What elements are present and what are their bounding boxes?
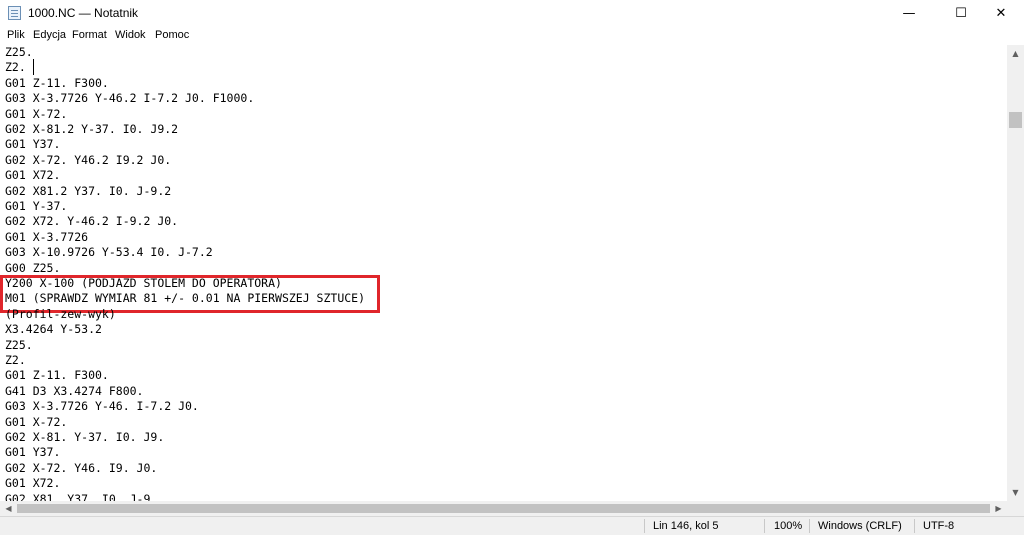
code-line: G01 Z-11. F300. (5, 75, 109, 90)
status-separator (764, 519, 765, 533)
code-line: G02 X-81.2 Y-37. I0. J9.2 (5, 122, 179, 136)
code-line: G01 Z-11. F300. (5, 368, 109, 383)
code-line: G01 X-72. (5, 414, 68, 429)
encoding: UTF-8 (923, 520, 955, 532)
code-line: G41 D3 X3.4274 F800. (5, 383, 144, 398)
vertical-scroll-thumb[interactable] (1009, 112, 1022, 128)
code-line: G01 X72. (5, 476, 61, 491)
code-line: G02 X-72. Y46.2 I9.2 J0. (5, 152, 172, 167)
minimize-button[interactable]: — (886, 0, 932, 27)
text-editor[interactable]: Z25. Z2. G01 Z-11. F300. G03 X-3.7726 Y-46.… (0, 45, 1007, 501)
status-separator (809, 519, 810, 533)
code-line: G03 X-3.7726 Y-46. I-7.2 J0. (5, 399, 199, 414)
code-line: G01 Y-37. (5, 199, 68, 213)
horizontal-scroll-thumb[interactable] (17, 504, 990, 513)
status-separator (914, 519, 915, 533)
status-bar: Lin 146, kol 5 100% Windows (CRLF) UTF-8 (0, 516, 1024, 535)
code-line: G03 X-10.9726 Y-53.4 I0. J-7.2 (5, 245, 213, 260)
menu-help[interactable]: Pomoc (155, 29, 189, 41)
code-line: X3.4264 Y-53.2 (5, 322, 102, 337)
code-line: (Profil-zew-wyk) (5, 306, 116, 321)
menu-format[interactable]: Format (72, 29, 107, 41)
code-line: G01 X-3.7726 (5, 229, 89, 244)
code-line: Z25. (5, 45, 33, 59)
status-separator (644, 519, 645, 533)
scroll-down-arrow-icon[interactable]: ▼ (1007, 484, 1024, 501)
code-line: M01 (SPRAWDZ WYMIAR 81 +/- 0.01 NA PIERW… (5, 291, 366, 306)
code-line: G01 X-72. (5, 106, 68, 121)
code-line: G02 X-81. Y-37. I0. J9. (5, 430, 165, 444)
code-line: G02 X81.2 Y37. I0. J-9.2 (5, 183, 172, 198)
line-endings: Windows (CRLF) (818, 520, 902, 532)
window-title: 1000.NC — Notatnik (28, 6, 139, 20)
horizontal-scrollbar[interactable]: ◀ ▶ (0, 501, 1007, 516)
code-line: G02 X81. Y37. I0. J-9. (5, 491, 158, 501)
code-line: G01 Y37. (5, 445, 61, 460)
scroll-left-arrow-icon[interactable]: ◀ (0, 501, 17, 516)
code-line: Y200 X-100 (PODJAZD STOLEM DO OPERATORA) (5, 276, 282, 290)
menu-file[interactable]: Plik (7, 29, 25, 41)
scrollbar-corner (1007, 501, 1024, 516)
code-line: G01 Y37. (5, 137, 61, 152)
code-line: G01 X72. (5, 168, 61, 183)
scroll-right-arrow-icon[interactable]: ▶ (990, 501, 1007, 516)
code-line: G03 X-3.7726 Y-46.2 I-7.2 J0. F1000. (5, 91, 255, 106)
cursor-position: Lin 146, kol 5 (653, 520, 719, 532)
code-line: G00 Z25. (5, 260, 61, 275)
vertical-scrollbar[interactable]: ▲ ▼ (1007, 45, 1024, 501)
zoom-level: 100% (774, 520, 803, 532)
menu-view[interactable]: Widok (115, 29, 146, 41)
menu-edit[interactable]: Edycja (33, 29, 66, 41)
menu-bar: Plik Edycja Format Widok Pomoc (0, 27, 1024, 45)
close-button[interactable]: ✕ (978, 0, 1024, 27)
scroll-up-arrow-icon[interactable]: ▲ (1007, 45, 1024, 62)
text-caret (33, 59, 34, 75)
title-bar: 1000.NC — Notatnik — ☐ ✕ (0, 0, 1024, 27)
code-line: Z2. (5, 353, 26, 367)
notepad-icon (8, 6, 21, 20)
code-line: G02 X72. Y-46.2 I-9.2 J0. (5, 214, 179, 229)
code-line: G02 X-72. Y46. I9. J0. (5, 460, 158, 475)
code-line: Z2. (5, 60, 26, 75)
code-line: Z25. (5, 337, 33, 352)
